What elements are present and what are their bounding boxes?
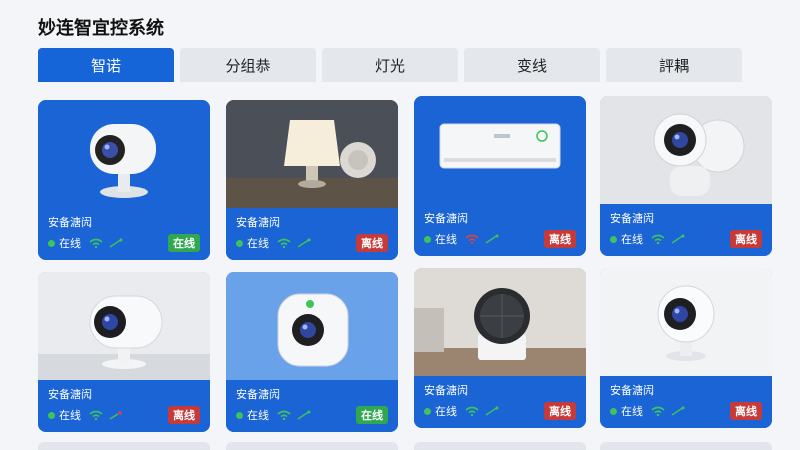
device-card[interactable]: 安备溏闶 在线 在线 — [38, 100, 210, 260]
link-icon — [671, 234, 685, 244]
wifi-icon — [465, 234, 479, 244]
fan-heater-icon — [414, 268, 586, 376]
lamp-icon — [226, 100, 398, 208]
status-text: 在线 — [435, 405, 457, 418]
wifi-icon — [651, 406, 665, 416]
status-dot — [610, 235, 617, 243]
device-card[interactable]: 安备溏闶 在线 离线 — [38, 272, 210, 432]
link-icon — [485, 234, 499, 244]
device-card-partial[interactable] — [226, 442, 398, 450]
camera-icon — [600, 268, 772, 376]
tab-smart[interactable]: 智诺 — [38, 48, 174, 82]
device-card-partial[interactable] — [38, 442, 210, 450]
status-badge: 离线 — [730, 402, 762, 420]
tab-group[interactable]: 分组恭 — [180, 48, 316, 82]
link-icon — [109, 238, 123, 248]
status-badge: 在线 — [356, 406, 388, 424]
device-card[interactable]: 安备溏闶 在线 在线 — [226, 272, 398, 432]
status-dot — [424, 407, 431, 415]
wifi-icon — [89, 410, 103, 420]
device-name: 安备溏闶 — [610, 212, 654, 225]
tab-lighting[interactable]: 灯光 — [322, 48, 458, 82]
status-dot — [610, 407, 617, 415]
status-badge: 离线 — [544, 402, 576, 420]
app-title: 妙连智宜控系统 — [38, 18, 164, 39]
camera-icon — [38, 272, 210, 380]
status-dot — [236, 239, 243, 247]
link-icon — [297, 238, 311, 248]
status-text: 在线 — [59, 409, 81, 422]
status-text: 在线 — [435, 233, 457, 246]
camera-icon — [600, 96, 772, 204]
status-text: 在线 — [59, 237, 81, 250]
status-text: 在线 — [247, 409, 269, 422]
device-name: 安备溏闶 — [610, 384, 654, 397]
device-card-partial[interactable] — [414, 442, 586, 450]
wifi-icon — [89, 238, 103, 248]
device-card[interactable]: 安备溏闶 在线 离线 — [226, 100, 398, 260]
link-icon — [297, 410, 311, 420]
camera-icon — [226, 272, 398, 380]
link-icon — [671, 406, 685, 416]
status-badge: 离线 — [544, 230, 576, 248]
status-dot — [48, 411, 55, 419]
status-dot — [236, 411, 243, 419]
status-dot — [424, 235, 431, 243]
category-tabs: 智诺 分组恭 灯光 变线 評耦 — [38, 48, 742, 84]
status-text: 在线 — [621, 233, 643, 246]
wifi-icon — [651, 234, 665, 244]
device-name: 安备溏闶 — [48, 388, 92, 401]
device-name: 安备溏闶 — [424, 212, 468, 225]
status-badge: 离线 — [730, 230, 762, 248]
status-badge: 离线 — [168, 406, 200, 424]
device-card[interactable]: 安备溏闶 在线 离线 — [600, 96, 772, 256]
status-dot — [48, 239, 55, 247]
device-grid: 安备溏闶 在线 在线 安备溏闶 在线 离线 安备溏闶 在线 离线 安备溏闶 在线… — [38, 96, 774, 450]
status-badge: 在线 — [168, 234, 200, 252]
wifi-icon — [277, 238, 291, 248]
wifi-icon — [277, 410, 291, 420]
air-conditioner-icon — [414, 96, 586, 204]
wifi-icon — [465, 406, 479, 416]
device-name: 安备溏闶 — [424, 384, 468, 397]
status-text: 在线 — [247, 237, 269, 250]
device-card[interactable]: 安备溏闶 在线 离线 — [414, 268, 586, 428]
tab-review[interactable]: 評耦 — [606, 48, 742, 82]
camera-icon — [38, 100, 210, 208]
device-card[interactable]: 安备溏闶 在线 离线 — [414, 96, 586, 256]
device-name: 安备溏闶 — [236, 216, 280, 229]
tab-line[interactable]: 变线 — [464, 48, 600, 82]
device-name: 安备溏闶 — [48, 216, 92, 229]
status-badge: 离线 — [356, 234, 388, 252]
device-card-partial[interactable] — [600, 442, 772, 450]
status-text: 在线 — [621, 405, 643, 418]
link-icon — [485, 406, 499, 416]
link-icon — [109, 411, 122, 420]
device-card[interactable]: 安备溏闶 在线 离线 — [600, 268, 772, 428]
device-name: 安备溏闶 — [236, 388, 280, 401]
